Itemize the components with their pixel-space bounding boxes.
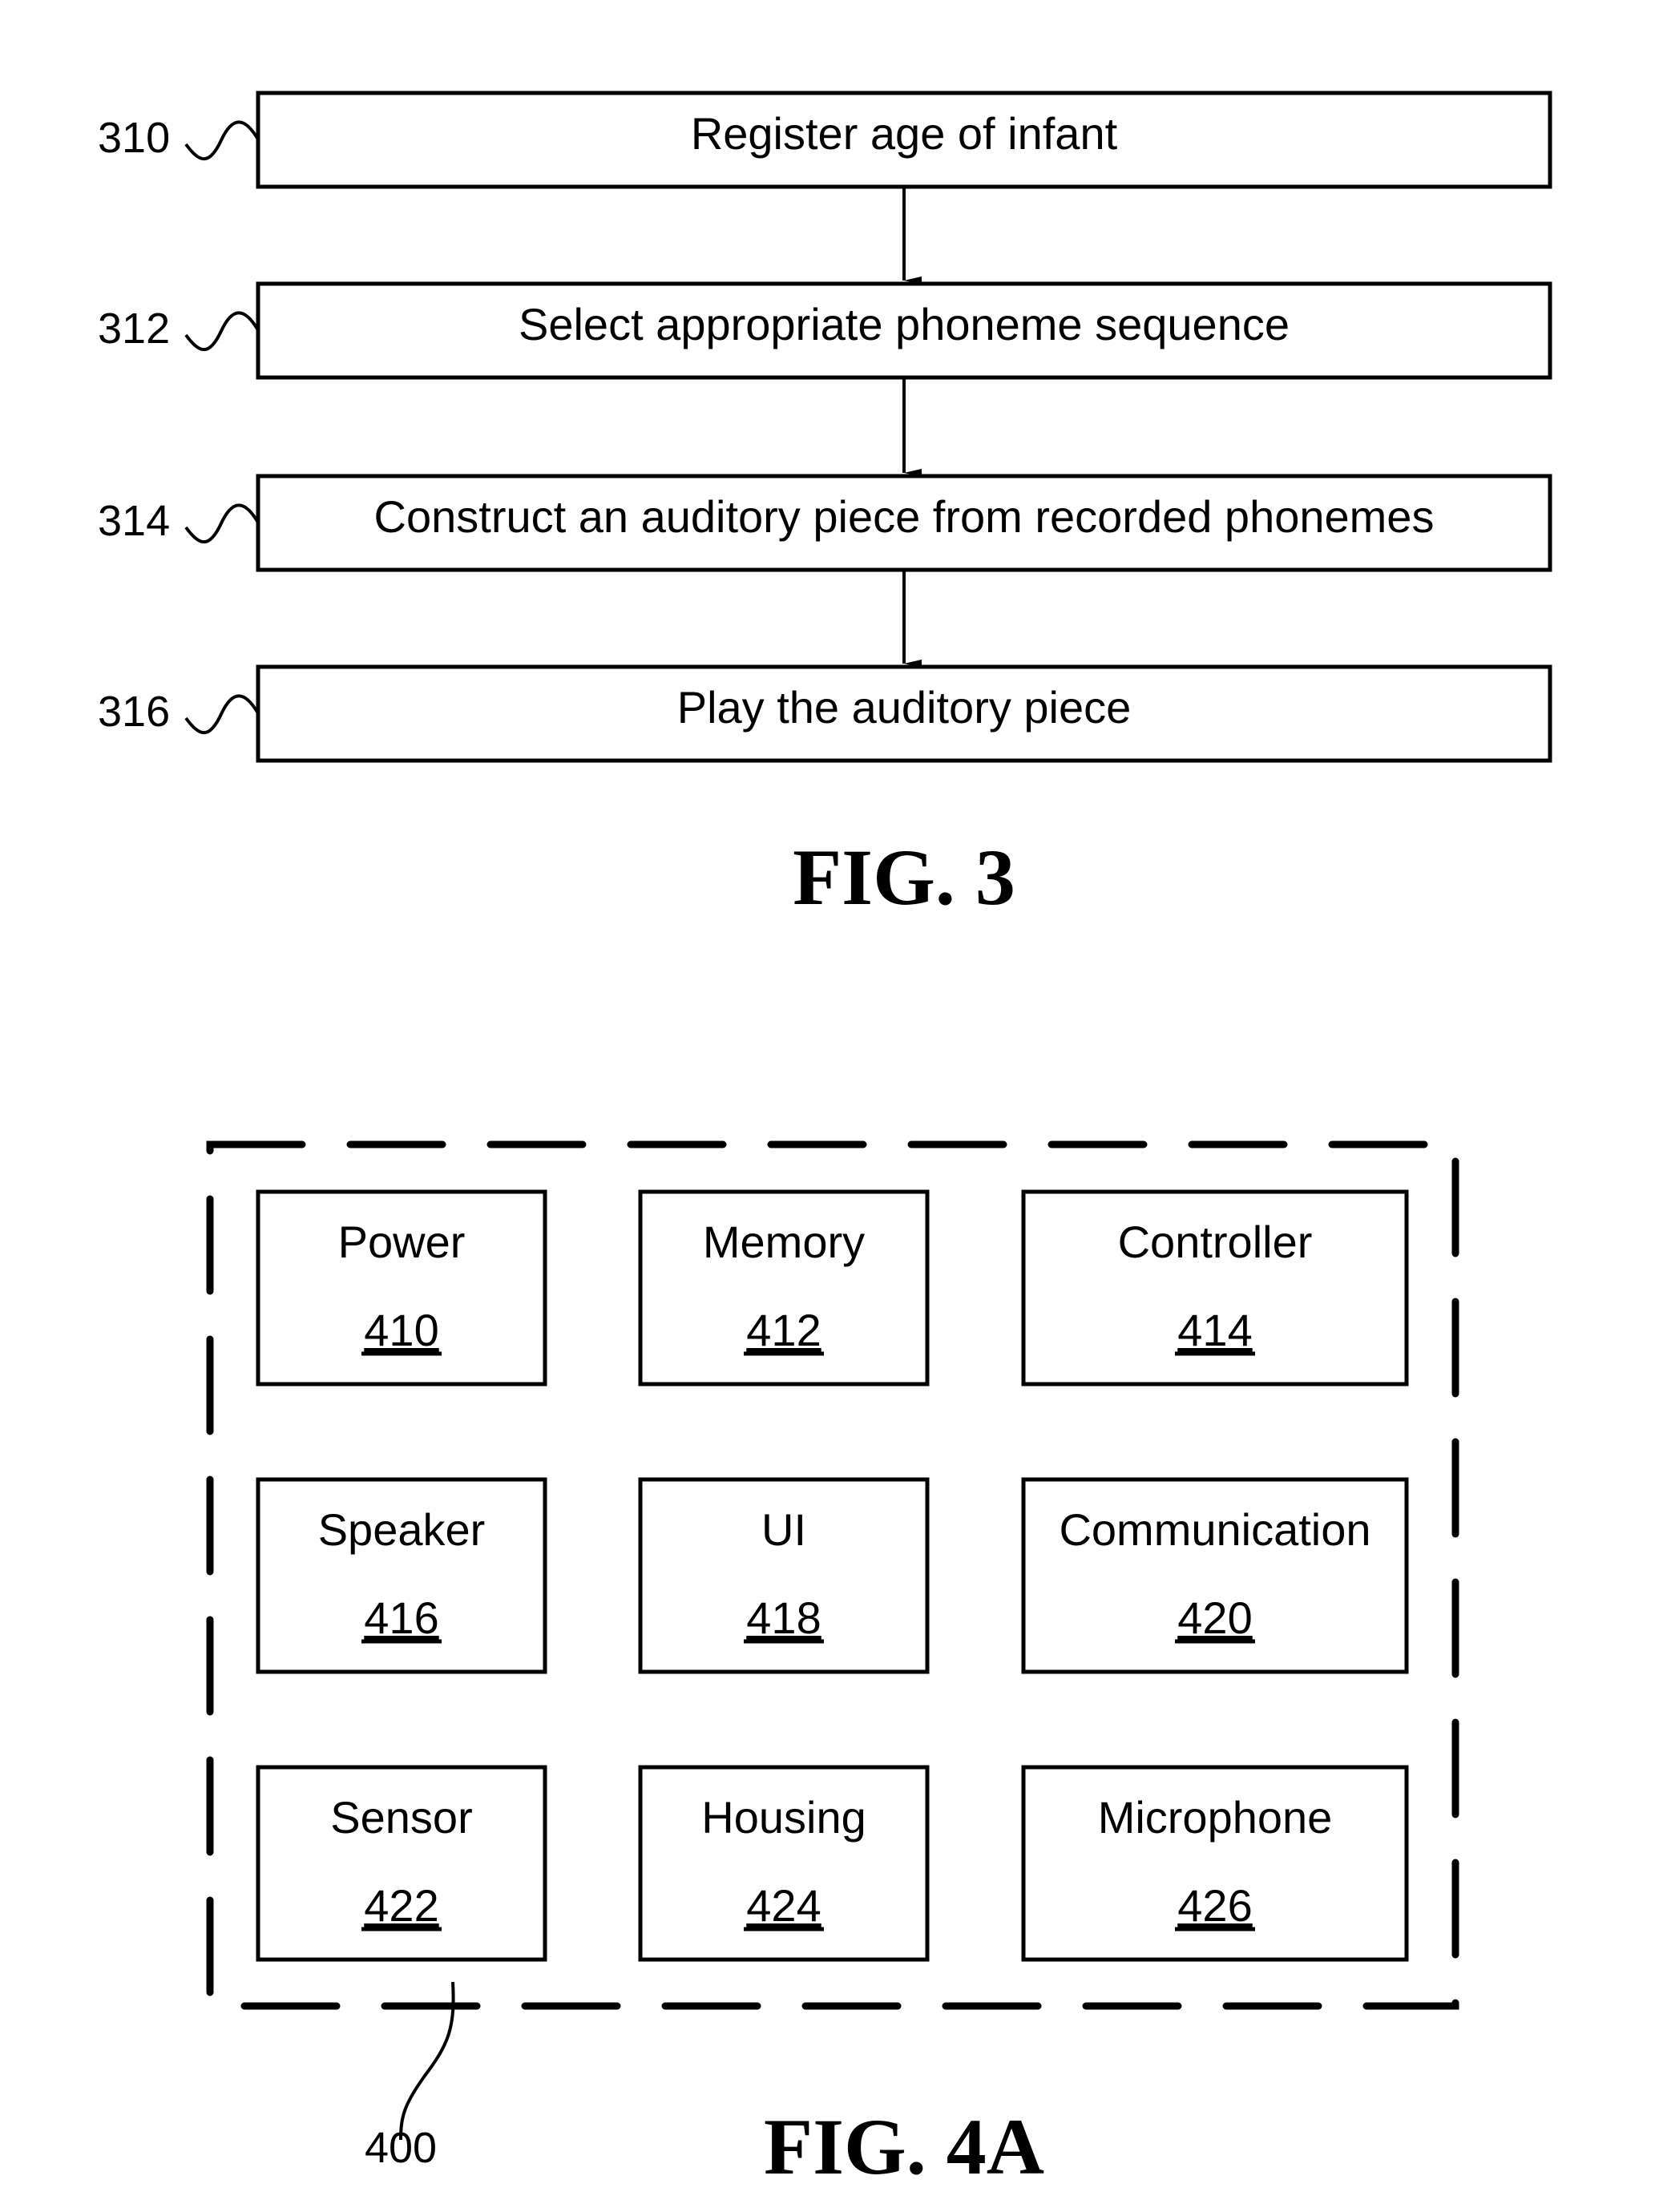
component-name: Communication: [1059, 1504, 1370, 1555]
component-sensor: Sensor 422: [256, 1765, 547, 1962]
leader-squiggle-icon: [184, 694, 260, 735]
component-name: Controller: [1118, 1217, 1313, 1267]
fig3-flowchart: Register age of infant 310 Select approp…: [98, 91, 1552, 922]
component-ref: 412: [746, 1305, 821, 1355]
component-memory: Memory 412: [638, 1189, 930, 1387]
component-ref: 416: [364, 1592, 438, 1643]
figure-caption-fig4a: FIG. 4A: [764, 2102, 1044, 2191]
component-name: Housing: [701, 1792, 866, 1843]
component-ref: 418: [746, 1592, 821, 1643]
component-power: Power 410: [256, 1189, 547, 1387]
component-ref: 420: [1177, 1592, 1252, 1643]
leader-squiggle-icon: [184, 503, 260, 544]
flow-step-ref: 310: [98, 114, 170, 162]
component-name: Speaker: [318, 1504, 486, 1555]
component-name: Sensor: [330, 1792, 472, 1843]
component-ref: 426: [1177, 1880, 1252, 1931]
component-name: Power: [338, 1217, 466, 1267]
component-name: Memory: [703, 1217, 865, 1267]
component-microphone: Microphone 426: [1021, 1765, 1409, 1962]
component-name: UI: [761, 1504, 806, 1555]
component-ref: 422: [364, 1880, 438, 1931]
flow-step-316: Play the auditory piece 316: [98, 664, 1552, 763]
figure-caption-fig3: FIG. 3: [793, 833, 1015, 922]
flow-step-ref: 312: [98, 305, 170, 353]
component-speaker: Speaker 416: [256, 1477, 547, 1674]
fig4a-block-diagram: Power 410 Memory 412 Controller 414 Speaker 416…: [206, 1140, 1459, 2191]
leader-squiggle-icon: [184, 120, 260, 161]
patent-drawing-sheet: Register age of infant 310 Select approp…: [98, 91, 1552, 2191]
component-communication: Communication 420: [1021, 1477, 1409, 1674]
component-ui: UI 418: [638, 1477, 930, 1674]
flow-step-314: Construct an auditory piece from recorde…: [98, 474, 1552, 572]
component-ref: 410: [364, 1305, 438, 1355]
component-name: Microphone: [1098, 1792, 1333, 1843]
flow-step-ref: 316: [98, 688, 170, 736]
flow-step-312: Select appropriate phoneme sequence 312: [98, 281, 1552, 380]
flow-step-label: Register age of infant: [691, 108, 1118, 159]
container-ref-400: 400: [365, 2124, 437, 2172]
flow-step-310: Register age of infant 310: [98, 91, 1552, 189]
flow-step-label: Select appropriate phoneme sequence: [519, 299, 1290, 349]
component-ref: 414: [1177, 1305, 1252, 1355]
component-housing: Housing 424: [638, 1765, 930, 1962]
flow-step-ref: 314: [98, 497, 170, 545]
component-controller: Controller 414: [1021, 1189, 1409, 1387]
flow-step-label: Construct an auditory piece from recorde…: [374, 491, 1435, 542]
leader-squiggle-icon: [184, 311, 260, 352]
component-ref: 424: [746, 1880, 821, 1931]
flow-step-label: Play the auditory piece: [677, 682, 1132, 733]
